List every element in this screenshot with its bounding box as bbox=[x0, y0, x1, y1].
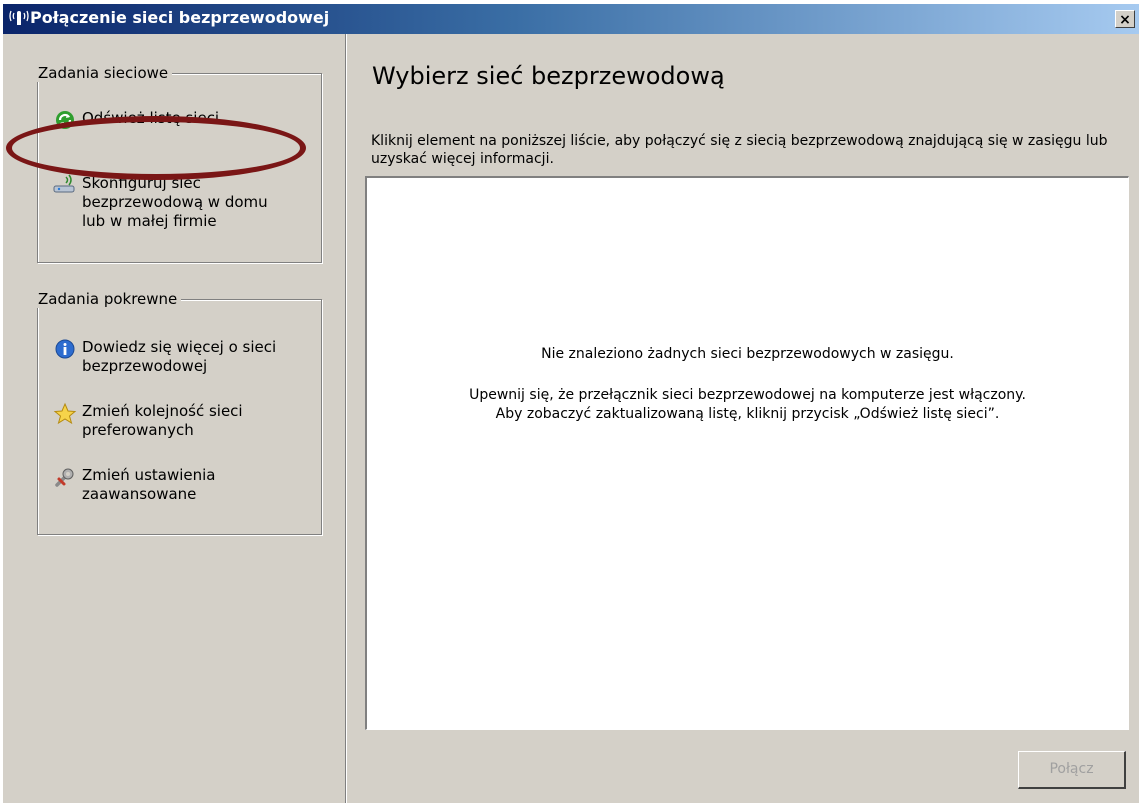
info-icon bbox=[48, 338, 82, 362]
refresh-network-list-link[interactable]: Odśwież listę sieci bbox=[48, 109, 292, 133]
refresh-network-list-label: Odśwież listę sieci bbox=[82, 109, 220, 127]
empty-list-message: Nie znaleziono żadnych sieci bezprzewodo… bbox=[541, 346, 954, 362]
change-advanced-settings-link[interactable]: Zmień ustawienia zaawansowane bbox=[48, 466, 292, 504]
related-tasks-group: Zadania pokrewne Dowiedz się więcej o si… bbox=[34, 290, 322, 535]
empty-list-hint: Upewnij się, że przełącznik sieci bezprz… bbox=[367, 386, 1128, 424]
close-button[interactable]: × bbox=[1115, 10, 1135, 28]
change-preferred-order-link[interactable]: Zmień kolejność sieci preferowanych bbox=[48, 402, 292, 440]
related-tasks-heading: Zadania pokrewne bbox=[34, 290, 182, 308]
network-list[interactable]: Nie znaleziono żadnych sieci bezprzewodo… bbox=[365, 176, 1129, 730]
learn-about-wireless-link[interactable]: Dowiedz się więcej o sieci bezprzewodowe… bbox=[48, 338, 292, 376]
sidebar: Zadania sieciowe Odśwież listę sieci Sko… bbox=[3, 34, 345, 803]
window-title: Połączenie sieci bezprzewodowej bbox=[30, 8, 330, 27]
page-title: Wybierz sieć bezprzewodową bbox=[372, 62, 725, 90]
instructions-text: Kliknij element na poniższej liście, aby… bbox=[371, 133, 1108, 167]
change-advanced-settings-label: Zmień ustawienia zaawansowane bbox=[82, 466, 216, 503]
settings-icon bbox=[48, 466, 82, 490]
learn-about-wireless-label: Dowiedz się więcej o sieci bezprzewodowe… bbox=[82, 338, 277, 375]
close-icon: × bbox=[1119, 12, 1131, 28]
hint-line-1: Upewnij się, że przełącznik sieci bezprz… bbox=[469, 387, 1026, 403]
refresh-icon bbox=[48, 109, 82, 133]
connect-button[interactable]: Połącz bbox=[1018, 751, 1126, 789]
star-icon bbox=[48, 402, 82, 426]
panel-divider bbox=[345, 34, 347, 803]
network-tasks-group: Zadania sieciowe Odśwież listę sieci Sko… bbox=[34, 64, 322, 263]
change-preferred-order-label: Zmień kolejność sieci preferowanych bbox=[82, 402, 243, 439]
network-tasks-heading: Zadania sieciowe bbox=[34, 64, 173, 82]
setup-wireless-network-label: Skonfiguruj sieć bezprzewodową w domu lu… bbox=[82, 174, 268, 230]
title-bar[interactable]: Połączenie sieci bezprzewodowej × bbox=[3, 4, 1139, 34]
wireless-network-icon bbox=[8, 8, 30, 28]
wireless-setup-icon bbox=[48, 174, 82, 198]
wireless-connection-window: Połączenie sieci bezprzewodowej × Zadani… bbox=[3, 4, 1139, 803]
setup-wireless-network-link[interactable]: Skonfiguruj sieć bezprzewodową w domu lu… bbox=[48, 174, 292, 231]
hint-line-2: Aby zobaczyć zaktualizowaną listę, klikn… bbox=[495, 406, 1000, 422]
